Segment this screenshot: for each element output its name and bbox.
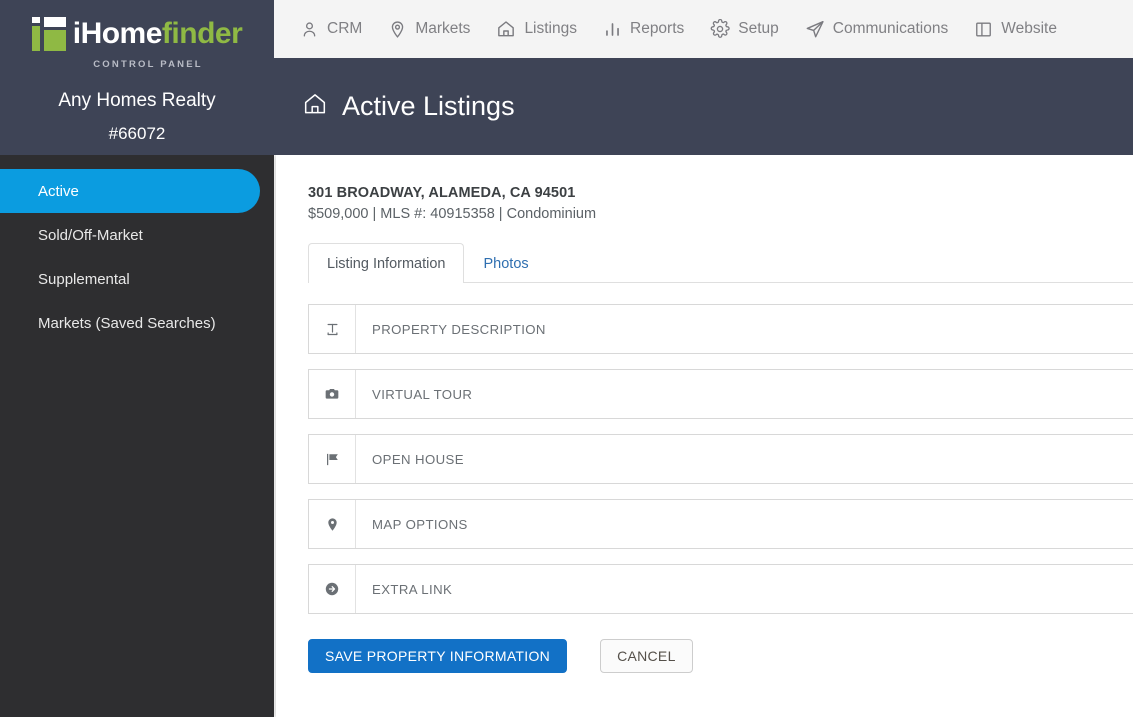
section-label: EXTRA LINK <box>372 581 453 597</box>
camera-icon <box>309 370 356 418</box>
sidebar-item-active[interactable]: Active <box>0 169 260 213</box>
nav-item-reports[interactable]: Reports <box>603 20 684 39</box>
sidebar-item-supplemental[interactable]: Supplemental <box>0 257 274 301</box>
content-area: 301 BROADWAY, ALAMEDA, CA 94501 $509,000… <box>274 155 1133 717</box>
section-extra-link[interactable]: EXTRA LINK <box>308 564 1133 614</box>
columns-icon <box>974 20 993 39</box>
section-label: MAP OPTIONS <box>372 516 468 532</box>
home-icon <box>496 19 516 39</box>
cancel-button[interactable]: CANCEL <box>600 639 693 673</box>
brand-wordmark-part2: finder <box>161 17 243 50</box>
tab-bar: Listing Information Photos <box>308 243 1133 283</box>
tab-label: Photos <box>483 256 529 272</box>
listing-address: 301 BROADWAY, ALAMEDA, CA 94501 <box>308 185 576 201</box>
nav-item-label: CRM <box>327 20 363 37</box>
nav-item-listings[interactable]: Listings <box>496 19 577 39</box>
sidebar-item-label: Sold/Off-Market <box>38 226 143 244</box>
listing-detail-panel: 301 BROADWAY, ALAMEDA, CA 94501 $509,000… <box>276 155 1133 717</box>
section-open-house[interactable]: OPEN HOUSE <box>308 434 1133 484</box>
section-label: VIRTUAL TOUR <box>372 386 473 402</box>
sidebar-item-markets-saved-searches[interactable]: Markets (Saved Searches) <box>0 301 274 345</box>
sidebar-nav: Active Sold/Off-Market Supplemental Mark… <box>0 155 274 345</box>
page-header: Active Listings <box>274 58 1133 155</box>
brand-subtitle: CONTROL PANEL <box>93 59 203 70</box>
save-property-information-button[interactable]: SAVE PROPERTY INFORMATION <box>308 639 568 673</box>
account-name: Any Homes Realty <box>58 90 216 111</box>
map-pin-icon <box>388 20 407 39</box>
brand-wordmark: iHomefinder <box>73 19 243 49</box>
sidebar-item-label: Supplemental <box>38 270 130 288</box>
section-label: PROPERTY DESCRIPTION <box>372 321 546 337</box>
section-property-description[interactable]: PROPERTY DESCRIPTION <box>308 304 1133 354</box>
nav-item-label: Setup <box>738 20 779 37</box>
nav-item-website[interactable]: Website <box>974 20 1057 39</box>
nav-item-label: Website <box>1001 20 1057 37</box>
form-actions: SAVE PROPERTY INFORMATION CANCEL <box>308 639 1133 673</box>
text-format-icon <box>309 305 356 353</box>
top-navigation-bar: CRM Markets Listings Reports Setup Commu… <box>274 0 1133 58</box>
nav-item-markets[interactable]: Markets <box>388 20 470 39</box>
nav-item-crm[interactable]: CRM <box>300 20 362 39</box>
person-icon <box>300 20 319 39</box>
nav-item-label: Reports <box>630 20 685 37</box>
bar-chart-icon <box>603 20 622 39</box>
sidebar-item-label: Active <box>38 182 79 200</box>
cancel-button-label: CANCEL <box>617 648 676 664</box>
tab-listing-information[interactable]: Listing Information <box>308 243 465 283</box>
section-virtual-tour[interactable]: VIRTUAL TOUR <box>308 369 1133 419</box>
sidebar: iHomefinder CONTROL PANEL Any Homes Real… <box>0 0 274 717</box>
section-label: OPEN HOUSE <box>372 451 464 467</box>
tab-label: Listing Information <box>327 256 446 272</box>
nav-item-label: Markets <box>415 20 471 37</box>
save-button-label: SAVE PROPERTY INFORMATION <box>325 648 551 664</box>
brand-wordmark-part1: iHome <box>72 17 163 50</box>
nav-item-setup[interactable]: Setup <box>710 19 779 39</box>
nav-item-label: Listings <box>524 20 577 37</box>
home-icon <box>302 91 328 122</box>
sidebar-item-label: Markets (Saved Searches) <box>38 314 216 332</box>
section-map-options[interactable]: MAP OPTIONS <box>308 499 1133 549</box>
nav-item-communications[interactable]: Communications <box>805 19 948 39</box>
sidebar-header: iHomefinder CONTROL PANEL Any Homes Real… <box>0 0 274 155</box>
nav-item-label: Communications <box>832 20 949 37</box>
brand-logo[interactable]: iHomefinder <box>0 11 274 57</box>
sidebar-item-sold-off-market[interactable]: Sold/Off-Market <box>0 213 274 257</box>
map-pin-icon <box>309 500 356 548</box>
gear-icon <box>710 19 730 39</box>
tab-photos[interactable]: Photos <box>464 243 547 283</box>
account-id: #66072 <box>108 124 166 143</box>
flag-icon <box>309 435 356 483</box>
arrow-circle-right-icon <box>309 565 356 613</box>
listing-meta: $509,000 | MLS #: 40915358 | Condominium <box>308 206 597 222</box>
app-window: iHomefinder CONTROL PANEL Any Homes Real… <box>0 0 1133 717</box>
section-accordion-list: PROPERTY DESCRIPTION VIRTUAL TOUR OPEN H… <box>308 304 1133 614</box>
page-title: Active Listings <box>342 91 515 121</box>
paper-plane-icon <box>805 19 825 39</box>
ihomefinder-logo-icon <box>31 17 66 51</box>
